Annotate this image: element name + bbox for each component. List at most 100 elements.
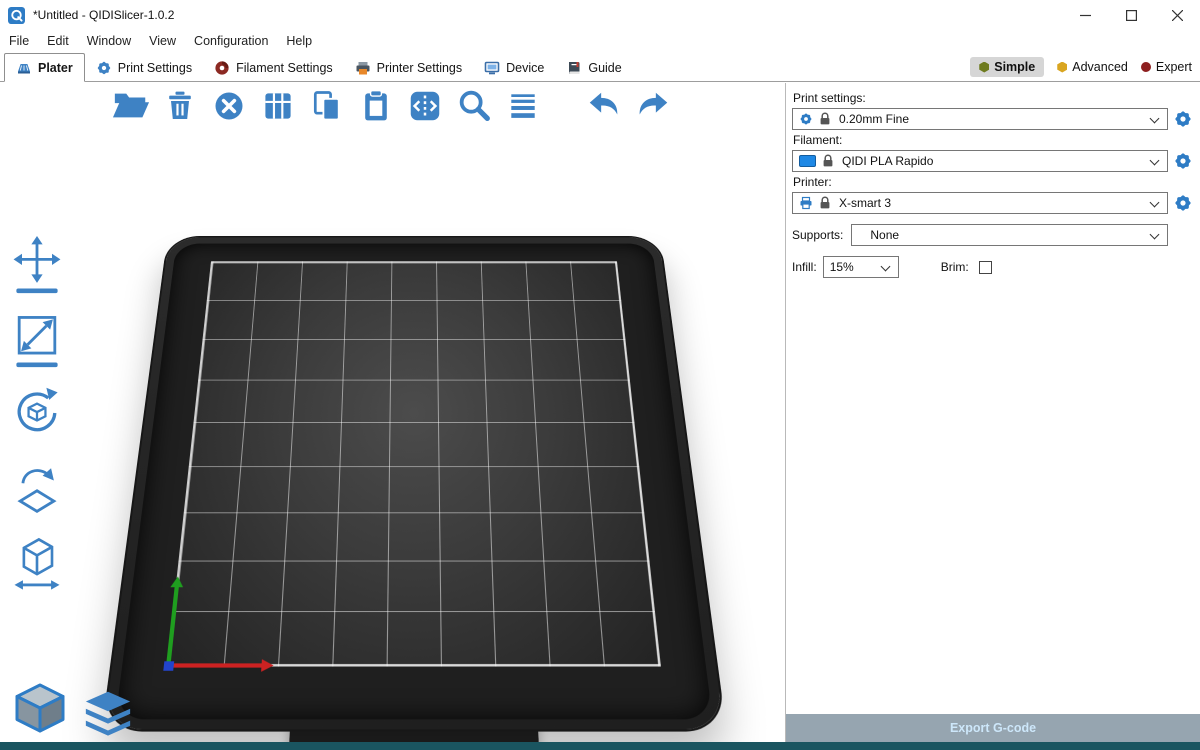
gear-icon bbox=[96, 60, 112, 76]
tab-filament-settings[interactable]: Filament Settings bbox=[203, 55, 344, 81]
variable-layer-height-button[interactable] bbox=[504, 87, 542, 125]
undo-button[interactable] bbox=[585, 87, 623, 125]
mode-advanced[interactable]: Advanced bbox=[1057, 60, 1128, 74]
measure-icon bbox=[10, 531, 64, 591]
split-objects-button[interactable] bbox=[406, 87, 444, 125]
print-settings-value: 0.20mm Fine bbox=[839, 112, 909, 126]
paste-icon bbox=[358, 88, 394, 124]
gizmo-toolbar bbox=[8, 235, 66, 591]
tab-printer-settings-label: Printer Settings bbox=[377, 61, 462, 75]
undo-icon bbox=[585, 87, 623, 125]
mode-simple[interactable]: Simple bbox=[970, 57, 1044, 77]
variable-layer-height-icon bbox=[505, 88, 541, 124]
place-on-face-button[interactable] bbox=[8, 457, 66, 517]
tab-filament-settings-label: Filament Settings bbox=[236, 61, 333, 75]
gear-icon bbox=[1174, 110, 1192, 128]
filament-spool-icon bbox=[214, 60, 230, 76]
maximize-icon bbox=[1126, 10, 1137, 21]
gear-icon bbox=[1174, 194, 1192, 212]
chevron-down-icon bbox=[1150, 114, 1160, 124]
menubar: File Edit Window View Configuration Help bbox=[0, 30, 1200, 52]
book-icon bbox=[566, 60, 582, 76]
arrange-button[interactable] bbox=[259, 87, 297, 125]
printer-combo[interactable]: X-smart 3 bbox=[792, 192, 1168, 214]
filament-combo[interactable]: QIDI PLA Rapido bbox=[792, 150, 1168, 172]
menu-file[interactable]: File bbox=[0, 32, 38, 50]
filament-row: QIDI PLA Rapido bbox=[792, 150, 1192, 172]
print-settings-combo[interactable]: 0.20mm Fine bbox=[792, 108, 1168, 130]
titlebar: *Untitled - QIDISlicer-1.0.2 bbox=[0, 0, 1200, 30]
delete-button[interactable] bbox=[161, 87, 199, 125]
menu-edit[interactable]: Edit bbox=[38, 32, 78, 50]
filament-label: Filament: bbox=[793, 133, 1192, 148]
bed-grid-surface bbox=[167, 261, 661, 666]
tab-print-settings-label: Print Settings bbox=[118, 61, 192, 75]
supports-value: None bbox=[870, 228, 899, 242]
menu-configuration[interactable]: Configuration bbox=[185, 32, 277, 50]
close-button[interactable] bbox=[1154, 0, 1200, 30]
move-button[interactable] bbox=[8, 235, 66, 295]
menu-help[interactable]: Help bbox=[277, 32, 321, 50]
mode-expert[interactable]: Expert bbox=[1141, 60, 1192, 74]
tab-printer-settings[interactable]: Printer Settings bbox=[344, 55, 473, 81]
brim-checkbox[interactable] bbox=[979, 261, 992, 274]
edit-filament-button[interactable] bbox=[1174, 152, 1192, 170]
edit-print-settings-button[interactable] bbox=[1174, 110, 1192, 128]
printer-icon bbox=[355, 60, 371, 76]
rotate-button[interactable] bbox=[8, 383, 66, 443]
app-logo-icon bbox=[8, 7, 25, 24]
supports-combo[interactable]: None bbox=[851, 224, 1168, 246]
export-gcode-button[interactable]: Export G-code bbox=[786, 714, 1200, 742]
menu-window[interactable]: Window bbox=[78, 32, 140, 50]
tab-device-label: Device bbox=[506, 61, 544, 75]
move-icon bbox=[10, 235, 64, 295]
tabbar: Plater Print Settings Filament Settings … bbox=[0, 52, 1200, 82]
paste-button[interactable] bbox=[357, 87, 395, 125]
tab-guide[interactable]: Guide bbox=[555, 55, 632, 81]
split-objects-icon bbox=[406, 87, 444, 125]
window-controls bbox=[1062, 0, 1200, 30]
infill-value: 15% bbox=[830, 260, 854, 274]
copy-button[interactable] bbox=[308, 87, 346, 125]
filament-color-swatch bbox=[799, 155, 816, 167]
z-axis-marker bbox=[163, 661, 174, 670]
editor-view-button[interactable] bbox=[12, 680, 68, 736]
printer-label: Printer: bbox=[793, 175, 1192, 190]
scale-button[interactable] bbox=[8, 309, 66, 369]
edit-printer-button[interactable] bbox=[1174, 194, 1192, 212]
infill-combo[interactable]: 15% bbox=[823, 256, 899, 278]
menu-view[interactable]: View bbox=[140, 32, 185, 50]
3d-editor-view-icon bbox=[12, 680, 68, 736]
redo-button[interactable] bbox=[634, 87, 672, 125]
lock-icon bbox=[819, 196, 833, 210]
preview-view-button[interactable] bbox=[84, 690, 132, 736]
chevron-down-icon bbox=[880, 262, 890, 272]
simple-mode-dot-icon bbox=[979, 62, 989, 73]
status-strip bbox=[0, 742, 1200, 750]
chevron-down-icon bbox=[1150, 230, 1160, 240]
print-settings-row: 0.20mm Fine bbox=[792, 108, 1192, 130]
tab-print-settings[interactable]: Print Settings bbox=[85, 55, 203, 81]
search-icon bbox=[455, 86, 493, 126]
preview-layers-icon bbox=[84, 690, 132, 736]
minimize-button[interactable] bbox=[1062, 0, 1108, 30]
view-switcher bbox=[12, 680, 132, 736]
3d-viewport[interactable] bbox=[0, 83, 785, 742]
print-settings-label: Print settings: bbox=[793, 91, 1192, 106]
plater-icon bbox=[16, 60, 32, 76]
open-folder-icon bbox=[112, 87, 150, 125]
tab-plater-label: Plater bbox=[38, 61, 73, 75]
mode-switcher: Simple Advanced Expert bbox=[970, 57, 1200, 81]
delete-all-button[interactable] bbox=[210, 87, 248, 125]
minimize-icon bbox=[1080, 10, 1091, 21]
maximize-button[interactable] bbox=[1108, 0, 1154, 30]
brim-label: Brim: bbox=[941, 260, 969, 274]
tab-device[interactable]: Device bbox=[473, 55, 555, 81]
search-button[interactable] bbox=[455, 87, 493, 125]
x-axis-arrow bbox=[169, 663, 262, 667]
gear-icon bbox=[1174, 152, 1192, 170]
tab-plater[interactable]: Plater bbox=[4, 53, 85, 82]
open-button[interactable] bbox=[112, 87, 150, 125]
tab-guide-label: Guide bbox=[588, 61, 621, 75]
measure-button[interactable] bbox=[8, 531, 66, 591]
